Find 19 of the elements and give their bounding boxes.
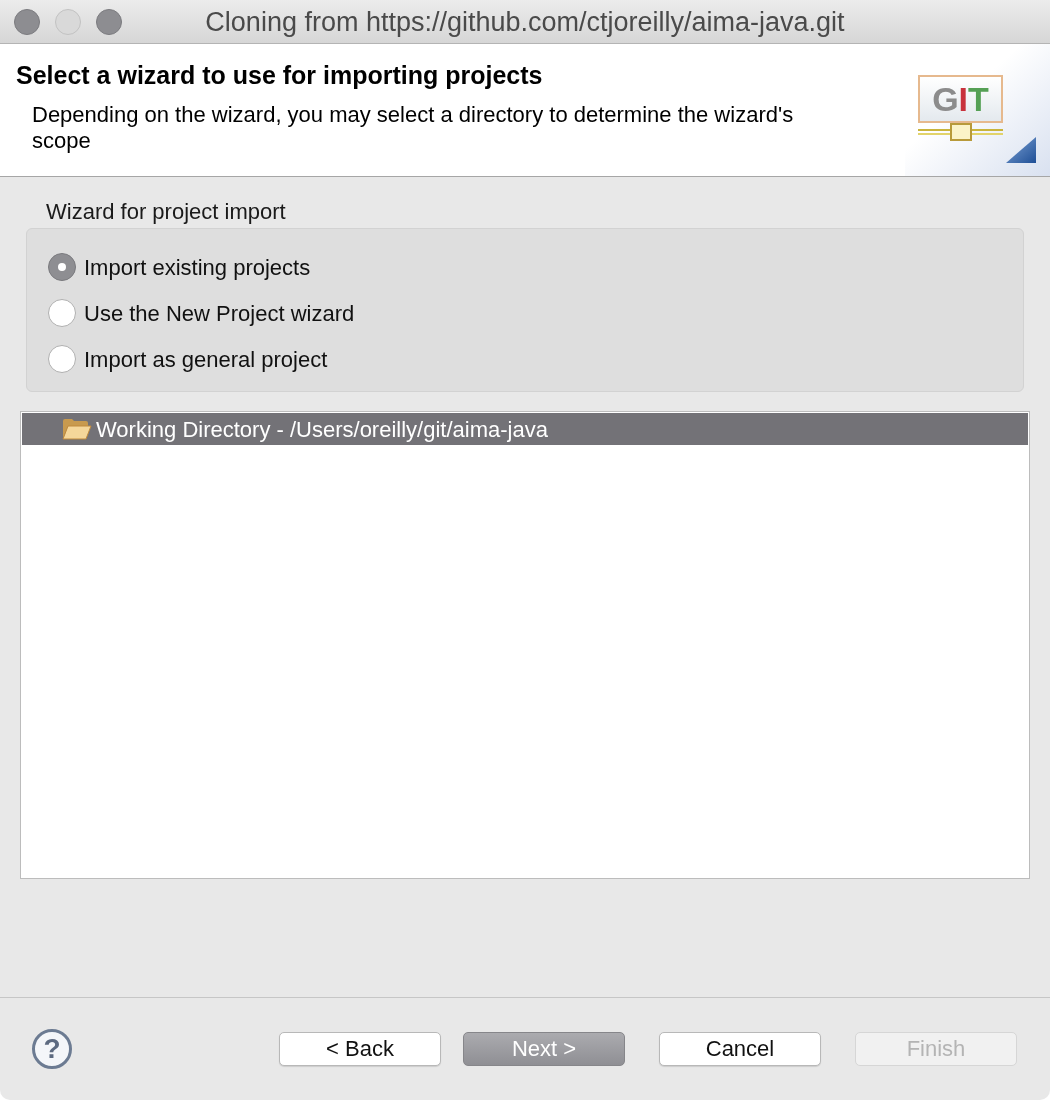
radio-button[interactable] [48, 253, 76, 281]
page-description: Depending on the wizard, you may select a directory to determine the wizard's scope [31, 102, 795, 154]
group-label: Wizard for project import [46, 200, 286, 224]
tree-item[interactable]: Working Directory - /Users/oreilly/git/aima-java [22, 413, 1028, 445]
radio-button[interactable] [48, 345, 76, 373]
git-logo: GIT [918, 75, 1003, 141]
dialog-button[interactable]: < Back [279, 1032, 441, 1066]
close-window-icon[interactable] [14, 8, 40, 35]
zoom-window-icon[interactable] [96, 8, 122, 35]
page-title: Select a wizard to use for importing projects [16, 60, 543, 90]
help-button[interactable]: ? [32, 1029, 72, 1069]
radio-button[interactable] [48, 299, 76, 327]
radio-label[interactable]: Use the New Project wizard [84, 296, 355, 330]
window-title: Cloning from https://github.com/ctjoreilly/aima-java.git [205, 5, 845, 38]
corner-triangle-icon [1006, 137, 1036, 163]
folder-icon [62, 418, 92, 440]
radio-label[interactable]: Import existing projects [84, 250, 311, 284]
dialog-button[interactable]: Cancel [659, 1032, 821, 1066]
radio-label[interactable]: Import as general project [84, 342, 328, 376]
